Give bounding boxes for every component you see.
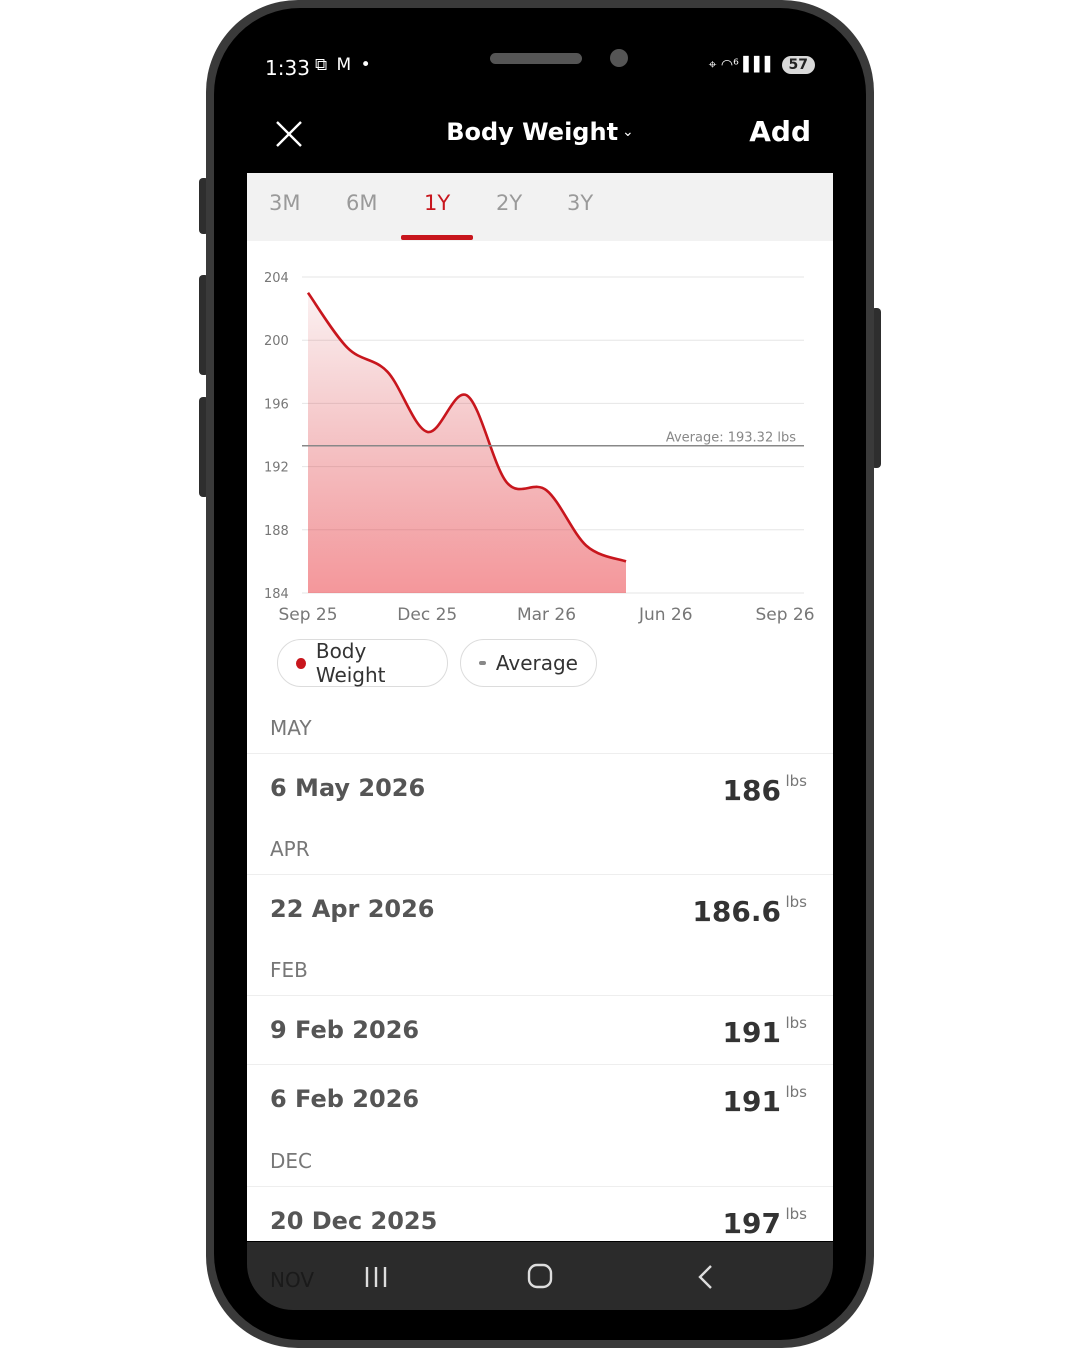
legend-average[interactable]: Average (460, 639, 597, 687)
month-header-feb: FEB (270, 958, 308, 982)
page-title: Body Weight (446, 118, 619, 146)
entry-value: 186.6 (692, 895, 781, 928)
top-app-bar: Body Weight ⌄ Add (247, 100, 833, 173)
entry-date: 20 Dec 2025 (270, 1207, 438, 1235)
entry-unit: lbs (785, 1014, 807, 1032)
entry-date: 22 Apr 2026 (270, 895, 435, 923)
entry-value: 186 (722, 774, 781, 807)
back-icon[interactable] (694, 1263, 718, 1291)
x-tick-label: Sep 25 (278, 605, 337, 625)
front-camera (610, 49, 628, 67)
entry-unit: lbs (785, 893, 807, 911)
earpiece-speaker (490, 53, 582, 64)
log-entry[interactable]: 9 Feb 2026 191 lbs (247, 995, 833, 1064)
system-icons: ⌖ ◠⁶ ▌▌▌ 57 (709, 56, 815, 74)
app-screen: 1:33 ⧉ M • ⌖ ◠⁶ ▌▌▌ 57 Body Weight ⌄ Add … (247, 40, 833, 1310)
tab-3y[interactable]: 3Y (567, 191, 593, 215)
log-entry[interactable]: 6 Feb 2026 191 lbs (247, 1064, 833, 1133)
average-label: Average: 193.32 lbs (666, 431, 796, 446)
active-tab-indicator (401, 235, 473, 240)
system-nav-bar: NOV (247, 1242, 833, 1310)
legend-label: Body Weight (315, 639, 386, 687)
range-tabs: 3M 6M 1Y 2Y 3Y (247, 173, 833, 241)
battery-icon: 57 (781, 56, 815, 74)
chart-area (306, 292, 627, 593)
y-tick-label: 204 (264, 271, 289, 286)
entry-value: 191 (722, 1085, 781, 1118)
add-button[interactable]: Add (749, 115, 811, 148)
body-weight-dot-icon (296, 657, 306, 669)
entry-value: 191 (722, 1016, 781, 1049)
entry-value: 197 (722, 1207, 781, 1240)
x-tick-label: Dec 25 (397, 605, 457, 625)
metric-selector-dropdown[interactable]: Body Weight ⌄ (247, 118, 833, 146)
home-icon[interactable] (526, 1262, 554, 1290)
y-tick-label: 196 (264, 397, 289, 412)
camera-notch (379, 40, 709, 86)
entry-date: 9 Feb 2026 (270, 1016, 420, 1044)
recents-icon[interactable] (363, 1264, 389, 1290)
y-tick-label: 200 (264, 334, 289, 349)
signal-icons: ⌖ ◠⁶ ▌▌▌ (708, 57, 776, 73)
average-dash-icon (479, 661, 486, 665)
month-header-nov: NOV (270, 1268, 315, 1292)
tab-3m[interactable]: 3M (269, 191, 300, 215)
entry-unit: lbs (785, 1083, 807, 1101)
legend-body-weight[interactable]: Body Weight (277, 639, 448, 687)
tab-1y[interactable]: 1Y (424, 191, 450, 215)
entry-unit: lbs (785, 1205, 807, 1223)
entry-date: 6 Feb 2026 (270, 1085, 420, 1113)
status-time: 1:33 (265, 56, 310, 80)
y-tick-label: 192 (264, 461, 289, 476)
entry-unit: lbs (785, 772, 807, 790)
notification-icons: ⧉ M • (315, 55, 373, 75)
scroll-content[interactable]: Average: 193.32 lbs 204 200 196 192 188 184 Se… (247, 241, 833, 1241)
entry-date: 6 May 2026 (270, 774, 426, 802)
chevron-down-icon: ⌄ (622, 124, 634, 140)
tab-2y[interactable]: 2Y (496, 191, 522, 215)
weight-chart: Average: 193.32 lbs 204 200 196 192 188 184 Se… (264, 271, 815, 625)
y-tick-label: 184 (264, 587, 289, 602)
month-header-apr: APR (270, 837, 310, 861)
x-tick-label: Jun 26 (638, 605, 693, 625)
month-header-may: MAY (270, 716, 312, 740)
x-tick-label: Mar 26 (517, 605, 576, 625)
month-header-dec: DEC (270, 1149, 313, 1173)
log-entry[interactable]: 6 May 2026 186 lbs (247, 753, 833, 822)
log-entry[interactable]: 22 Apr 2026 186.6 lbs (247, 874, 833, 943)
y-tick-label: 188 (264, 524, 289, 539)
tab-6m[interactable]: 6M (346, 191, 377, 215)
area-fill (308, 292, 626, 593)
x-tick-label: Sep 26 (755, 605, 814, 625)
legend-label: Average (495, 651, 578, 675)
